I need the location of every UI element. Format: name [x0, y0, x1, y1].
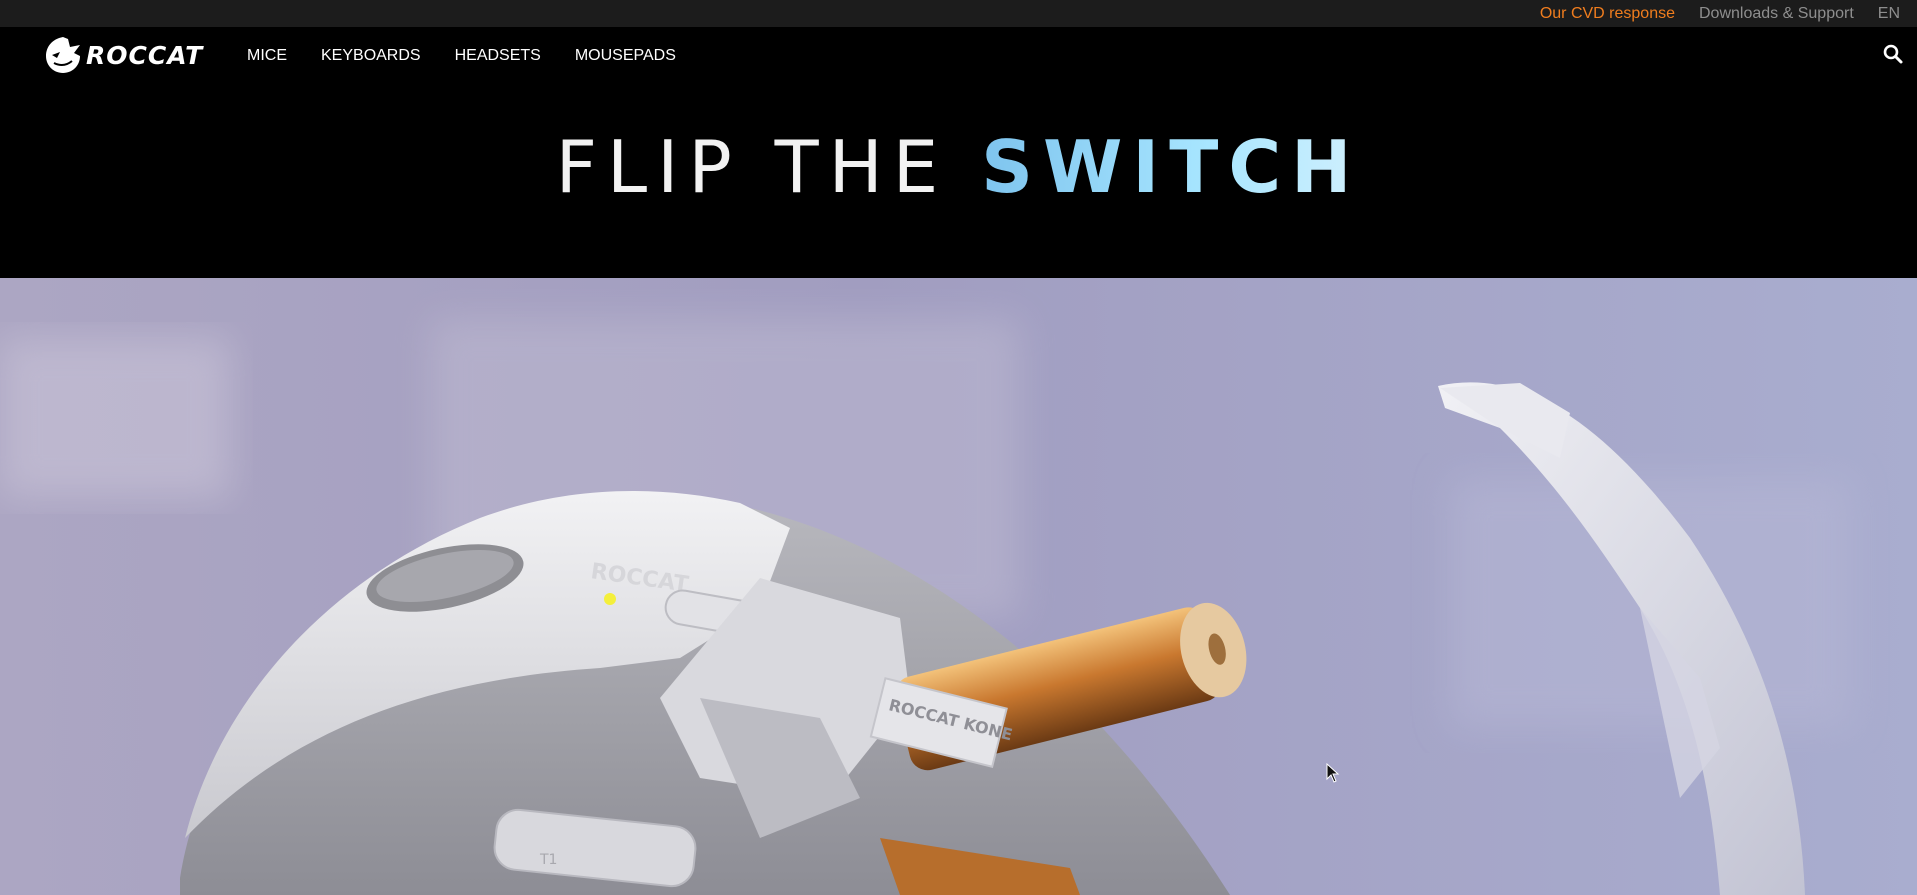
side-button-label: T1 — [539, 852, 557, 868]
nav-menu: MICE KEYBOARDS HEADSETS MOUSEPADS — [247, 27, 710, 85]
hero-banner: FLIP THE SWITCH — [0, 85, 1917, 278]
utility-bar: Our CVD response Downloads & Support EN — [0, 0, 1917, 27]
downloads-support-link[interactable]: Downloads & Support — [1699, 5, 1854, 23]
main-nav: ROCCAT MICE KEYBOARDS HEADSETS MOUSEPADS — [0, 27, 1917, 85]
logo-wordmark: ROCCAT — [86, 40, 204, 70]
roccat-logo[interactable]: ROCCAT — [44, 33, 214, 77]
nav-item-keyboards[interactable]: KEYBOARDS — [321, 47, 421, 65]
headline-accent-text: SWITCH — [981, 124, 1362, 209]
nav-item-mice[interactable]: MICE — [247, 47, 287, 65]
nav-item-mousepads[interactable]: MOUSEPADS — [575, 47, 676, 65]
mouse-pointer-icon — [1326, 763, 1340, 783]
search-icon[interactable] — [1882, 43, 1904, 65]
cvd-response-link[interactable]: Our CVD response — [1540, 5, 1675, 23]
headline-light-text: FLIP THE — [555, 124, 982, 209]
language-selector[interactable]: EN — [1878, 5, 1900, 23]
mouse-render-illustration: ROCCAT ROCCAT KONE T1 — [0, 278, 1917, 895]
product-hero-image: ROCCAT ROCCAT KONE T1 — [0, 278, 1917, 895]
nav-item-headsets[interactable]: HEADSETS — [455, 47, 541, 65]
hero-headline: FLIP THE SWITCH — [556, 125, 1362, 209]
roccat-cat-icon — [46, 37, 80, 73]
